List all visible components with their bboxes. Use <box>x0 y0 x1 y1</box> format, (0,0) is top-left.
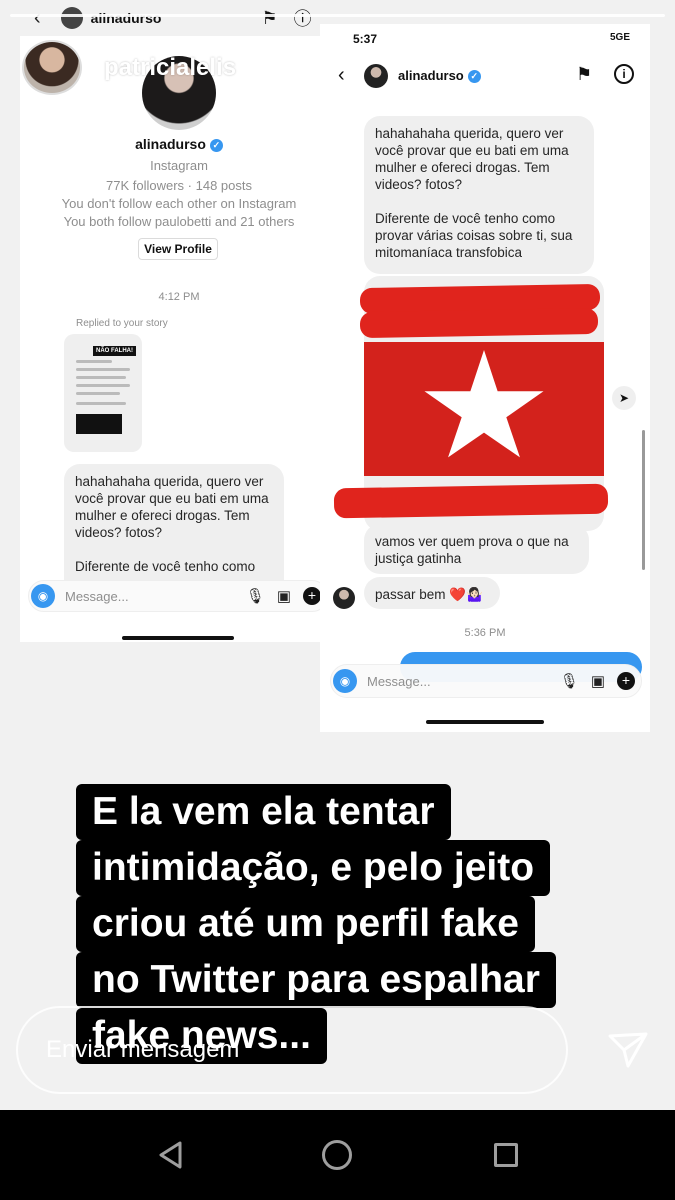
nav-home-icon[interactable] <box>322 1140 352 1170</box>
header-username: alinadurso <box>90 10 162 26</box>
reply-placeholder[interactable]: Enviar mensagem <box>46 1036 239 1064</box>
info-icon: ⓘ <box>293 9 312 29</box>
screenshot-dm-1: alinadurso ✓ Instagram 77K followers · 14… <box>20 36 340 642</box>
screenshot-dm-2: 5:37 5GE ‹ alinadurso ✓ ⚑ i hahahahaha qu… <box>320 24 650 732</box>
pt-flag-image <box>364 342 604 476</box>
story-caption <box>76 414 122 434</box>
composer-placeholder: Message... <box>367 673 431 689</box>
verified-icon: ✓ <box>209 138 223 152</box>
share-icon: ➤ <box>612 386 636 410</box>
message-bubble: hahahahaha querida, quero ver você prova… <box>64 464 284 584</box>
follow-status: You don't follow each other on Instagram <box>61 196 297 211</box>
mic-icon: 🎙 <box>559 673 579 690</box>
timestamp: 5:36 PM <box>464 627 506 639</box>
info-icon: i <box>614 64 634 84</box>
nav-back-icon[interactable] <box>156 1140 186 1170</box>
message-bubble: hahahahaha querida, quero ver você prova… <box>364 116 594 274</box>
status-network: 5GE <box>609 32 630 43</box>
caption-line: no Twitter para espalhar <box>76 952 556 1008</box>
gallery-icon: ▣ <box>590 673 605 690</box>
view-profile-button: View Profile <box>138 238 218 260</box>
avatar[interactable] <box>22 40 82 95</box>
caption-line: E la vem ela tentar <box>76 784 451 840</box>
nav-recents-icon[interactable] <box>494 1143 518 1167</box>
story-username[interactable]: patricialelis <box>104 54 236 82</box>
flag-icon: ⚑ <box>261 7 278 28</box>
message-bubble: passar bem ❤️🤷🏻‍♀️ <box>364 577 500 609</box>
header-username: alinadurso ✓ <box>398 68 481 84</box>
back-icon: ‹ <box>34 6 41 29</box>
flag-icon: ⚑ <box>576 64 593 84</box>
status-bar: 5:37 5GE <box>320 30 650 48</box>
camera-icon: ◉ <box>31 584 55 608</box>
redaction-scribble <box>359 307 599 339</box>
chat-header: ‹ alinadurso ✓ ⚑ i <box>320 60 650 94</box>
mutual-follows: You both follow paulobetti and 21 others <box>63 214 295 229</box>
timestamp: 4:12 PM <box>158 291 200 303</box>
verified-icon: ✓ <box>467 70 481 84</box>
message-composer: ◉ Message... 🎙 ▣ + <box>330 664 642 698</box>
caption-line: criou até um perfil fake <box>76 896 535 952</box>
mic-icon: 🎙 <box>245 588 265 605</box>
story-progress-bar <box>10 14 665 17</box>
story-header[interactable]: patricialelis 59 min <box>22 40 326 95</box>
message-composer: ◉ Message... 🎙 ▣ + <box>28 580 328 612</box>
profile-username: alinadurso <box>135 136 206 152</box>
camera-icon: ◉ <box>333 669 357 693</box>
send-icon[interactable] <box>606 1028 650 1072</box>
back-icon: ‹ <box>338 64 345 86</box>
message-bubble: vamos ver quem prova o que na justiça ga… <box>364 524 589 574</box>
avatar <box>364 64 388 88</box>
scrollbar <box>642 430 645 570</box>
profile-name: alinadurso ✓ <box>20 136 338 152</box>
home-indicator <box>426 720 544 724</box>
status-clock: 5:37 <box>353 32 378 46</box>
story-thumbnail: NÃO FALHA! <box>64 334 142 452</box>
plus-icon: + <box>617 672 635 690</box>
gallery-icon: ▣ <box>276 588 291 605</box>
redaction-scribble <box>333 483 609 519</box>
story-tag: NÃO FALHA! <box>93 346 136 356</box>
avatar <box>60 7 83 29</box>
story-frame: ‹ alinadurso ⚑ ⓘ alinadurso ✓ Instagram 7… <box>0 0 675 1110</box>
composer-placeholder: Message... <box>65 588 129 604</box>
star-icon <box>424 350 544 458</box>
replied-label: Replied to your story <box>76 318 168 329</box>
story-time: 59 min <box>254 53 327 81</box>
screenshot1-header: ‹ alinadurso ⚑ ⓘ <box>22 0 332 36</box>
sender-avatar <box>333 587 355 609</box>
plus-icon: + <box>303 587 321 605</box>
home-indicator <box>122 636 234 640</box>
profile-platform: Instagram <box>150 158 208 173</box>
profile-stats: 77K followers · 148 posts <box>106 178 252 193</box>
caption-line: intimidação, e pelo jeito <box>76 840 551 896</box>
